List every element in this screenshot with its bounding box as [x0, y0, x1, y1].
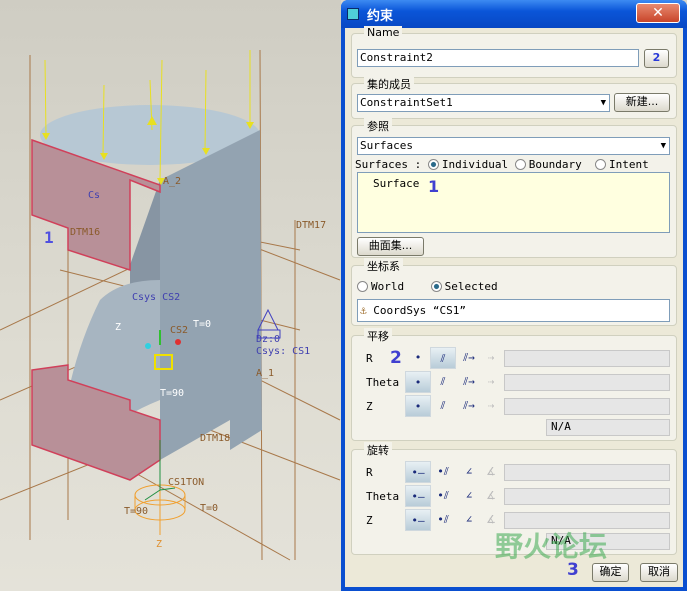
label-dtm16: DTM16: [70, 227, 100, 238]
label-t90: T=90: [160, 388, 184, 399]
name-group: Name Constraint2 2: [351, 26, 677, 78]
reference-type-select[interactable]: Surfaces ▼: [357, 137, 670, 155]
label-a2: A_2: [163, 176, 181, 187]
label-z2: Z: [156, 539, 162, 550]
function-icon[interactable]: ⇢: [478, 395, 504, 417]
function-rotation-icon[interactable]: ∡: [478, 461, 504, 483]
value-field[interactable]: [504, 374, 670, 391]
references-label: 参照: [364, 118, 392, 134]
label-csys-cs2: Csys CS2: [132, 292, 180, 303]
radio-selected[interactable]: Selected: [430, 280, 498, 293]
radio-individual-label: Individual: [441, 158, 509, 171]
radio-individual[interactable]: Individual: [427, 158, 509, 171]
label-csys-cs1: Csys: CS1: [256, 346, 310, 357]
reference-list-item[interactable]: Surface: [373, 177, 419, 190]
label-t90b: T=90: [124, 506, 148, 517]
label-dtm18: DTM18: [200, 433, 230, 444]
name-pick-button[interactable]: 2: [644, 49, 669, 68]
label-cs: Cs: [88, 190, 100, 201]
annotation-1: 1: [44, 228, 54, 247]
fixed-rotation-icon[interactable]: •⫽: [430, 485, 456, 507]
set-select-value: ConstraintSet1: [360, 96, 453, 109]
fixed-icon[interactable]: ⫽: [430, 395, 456, 417]
row-label: Theta: [366, 376, 400, 389]
reference-type-value: Surfaces: [360, 139, 413, 152]
free-icon[interactable]: •: [405, 395, 431, 417]
csys-field[interactable]: ⚓ CoordSys “CS1”: [357, 299, 670, 322]
reference-list[interactable]: Surface 1: [357, 172, 670, 233]
radio-world-label: World: [371, 280, 405, 293]
radio-world[interactable]: World: [357, 280, 404, 293]
set-group: 集的成员 ConstraintSet1 ▼ 新建...: [351, 76, 677, 119]
model-graphics: DTM16 DTM17 DTM18 CS2 Csys CS2 T=0 T=90 …: [0, 49, 341, 561]
function-icon[interactable]: ⇢: [478, 347, 504, 369]
set-select[interactable]: ConstraintSet1 ▼: [357, 94, 610, 112]
row-label: Z: [366, 514, 373, 527]
label-t0: T=0: [193, 319, 211, 330]
cad-viewport[interactable]: DTM16 DTM17 DTM18 CS2 Csys CS2 T=0 T=90 …: [0, 0, 341, 591]
annotation-1: 1: [428, 177, 440, 196]
translation-label: 平移: [364, 328, 392, 344]
coordsys-icon: ⚓: [360, 304, 367, 317]
label-cs1ton: CS1TON: [168, 477, 204, 488]
surface-mode-label: Surfaces :: [355, 158, 422, 171]
radio-boundary[interactable]: Boundary: [514, 158, 582, 171]
new-set-button[interactable]: 新建...: [614, 93, 670, 112]
annotation-2: 2: [390, 348, 402, 368]
cancel-button[interactable]: 取消: [640, 563, 678, 582]
dialog-title: 约束: [367, 8, 394, 24]
app-icon: [347, 8, 359, 20]
row-label: R: [366, 466, 373, 479]
function-icon[interactable]: ⇢: [478, 371, 504, 393]
label-a1: A_1: [256, 368, 274, 379]
set-label: 集的成员: [364, 76, 414, 92]
fixed-rotation-icon[interactable]: •⫽: [430, 461, 456, 483]
label-dz: Dz:0: [256, 334, 280, 345]
value-field[interactable]: [504, 464, 670, 481]
radio-intent-label: Intent: [608, 158, 649, 171]
translation-units-field: N/A: [546, 419, 670, 436]
watermark: 野火论坛: [495, 530, 608, 563]
surface-set-button[interactable]: 曲面集...: [357, 237, 424, 256]
name-input[interactable]: Constraint2: [357, 49, 639, 67]
free-rotation-icon[interactable]: •—: [405, 509, 431, 531]
close-button[interactable]: ✕: [636, 3, 680, 23]
label-cs2: CS2: [170, 325, 188, 336]
csys-label: 坐标系: [364, 258, 403, 274]
radio-intent[interactable]: Intent: [594, 158, 649, 171]
annotation-3: 3: [567, 560, 579, 580]
csys-group: 坐标系 World Selected ⚓ CoordSys “CS1”: [351, 258, 677, 326]
free-icon[interactable]: •: [405, 347, 431, 369]
rotation-label: 旋转: [364, 442, 392, 458]
name-label: Name: [364, 26, 403, 39]
constraint-dialog: 约束 ✕ Name Constraint2 2 集的成员 ConstraintS…: [341, 0, 687, 591]
references-group: 参照 Surfaces ▼ Surfaces : Individual Bound…: [351, 118, 677, 258]
fixed-icon[interactable]: ⫽: [430, 371, 456, 393]
free-icon[interactable]: •: [405, 371, 431, 393]
fixed-rotation-icon[interactable]: •⫽: [430, 509, 456, 531]
value-field[interactable]: [504, 398, 670, 415]
radio-boundary-label: Boundary: [528, 158, 582, 171]
radio-selected-label: Selected: [444, 280, 498, 293]
row-label: R: [366, 352, 373, 365]
value-field[interactable]: [504, 488, 670, 505]
free-rotation-icon[interactable]: •—: [405, 485, 431, 507]
row-label: Z: [366, 400, 373, 413]
chevron-down-icon: ▼: [660, 141, 666, 151]
value-field[interactable]: [504, 350, 670, 367]
free-rotation-icon[interactable]: •—: [405, 461, 431, 483]
surface-mode-row: Surfaces : Individual Boundary Intent: [355, 158, 649, 171]
translation-group: 平移 2 R • ⫽ ⫽→ ⇢ Theta • ⫽ ⫽→ ⇢ Z • ⫽ ⫽→ ⇢ N/A: [351, 328, 677, 441]
fixed-icon[interactable]: ⫽: [430, 347, 456, 369]
label-z: Z: [115, 322, 121, 333]
chevron-down-icon: ▼: [600, 98, 606, 108]
row-label: Theta: [366, 490, 400, 503]
ok-button[interactable]: 确定: [592, 563, 629, 582]
title-bar[interactable]: 约束 ✕: [341, 0, 687, 28]
csys-radio-row: World Selected: [357, 280, 498, 293]
function-rotation-icon[interactable]: ∡: [478, 485, 504, 507]
label-dtm17: DTM17: [296, 220, 326, 231]
label-t0b: T=0: [200, 503, 218, 514]
csys-value: CoordSys “CS1”: [373, 304, 466, 317]
